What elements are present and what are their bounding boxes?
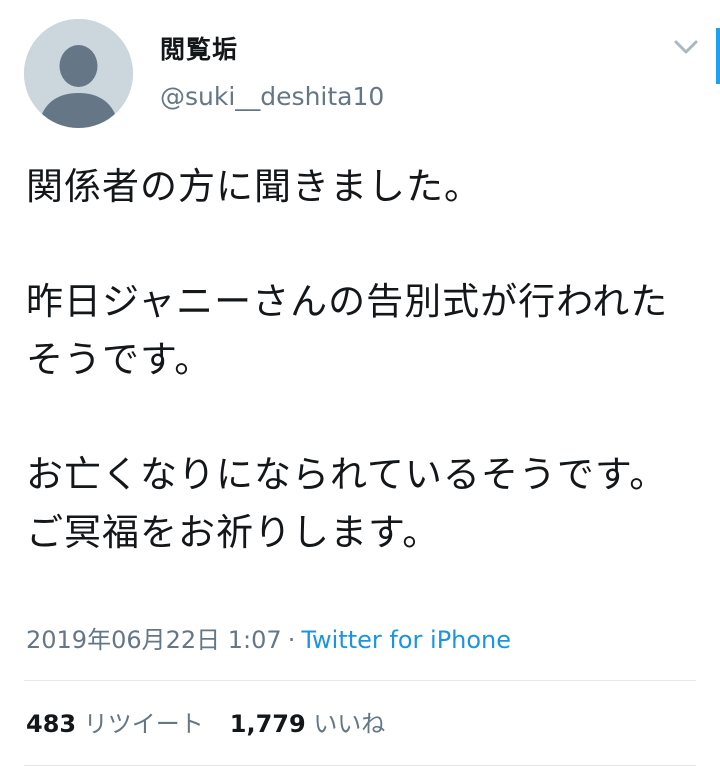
chevron-down-icon[interactable] (671, 35, 701, 61)
avatar[interactable] (24, 19, 133, 128)
tweet-stats: 483 リツイート 1,779 いいね (26, 704, 385, 739)
divider (24, 680, 696, 681)
meta-separator: · (287, 626, 296, 654)
like-label: いいね (313, 710, 386, 738)
display-name[interactable]: 閲覧垢 (160, 30, 238, 66)
tweet-timestamp[interactable]: 2019年06月22日 1:07 (26, 626, 282, 654)
divider (24, 765, 696, 766)
like-stat[interactable]: 1,779 いいね (230, 710, 386, 738)
retweet-stat[interactable]: 483 リツイート (26, 710, 204, 738)
tweet-meta: 2019年06月22日 1:07 · Twitter for iPhone (26, 620, 511, 655)
like-count: 1,779 (229, 710, 306, 738)
default-avatar-icon (24, 19, 133, 128)
tweet-text: 関係者の方に聞きました。 昨日ジャニーさんの告別式が行われたそうです。 お亡くな… (26, 165, 669, 554)
scroll-indicator (716, 28, 720, 84)
tweet-source-link[interactable]: Twitter for iPhone (301, 626, 511, 654)
retweet-count: 483 (26, 710, 77, 738)
user-handle[interactable]: @suki__deshita10 (160, 82, 384, 111)
retweet-label: リツイート (83, 710, 204, 738)
